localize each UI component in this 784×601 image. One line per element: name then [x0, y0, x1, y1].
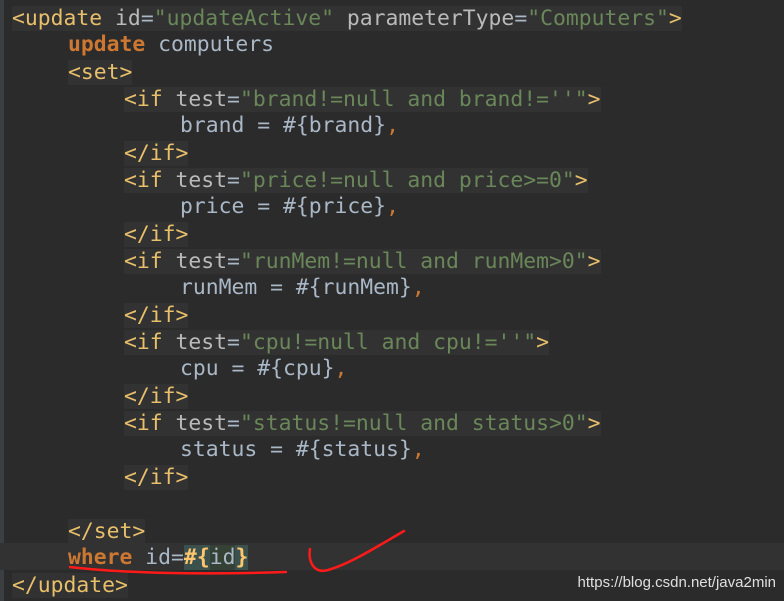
watermark-url: https://blog.csdn.net/java2min: [577, 574, 776, 591]
underline-stroke: [68, 565, 288, 575]
code-editor[interactable]: <update id="updateActive" parameterType=…: [0, 0, 784, 601]
red-underline-annotation: [68, 529, 406, 575]
checkmark-stroke: [308, 529, 406, 573]
